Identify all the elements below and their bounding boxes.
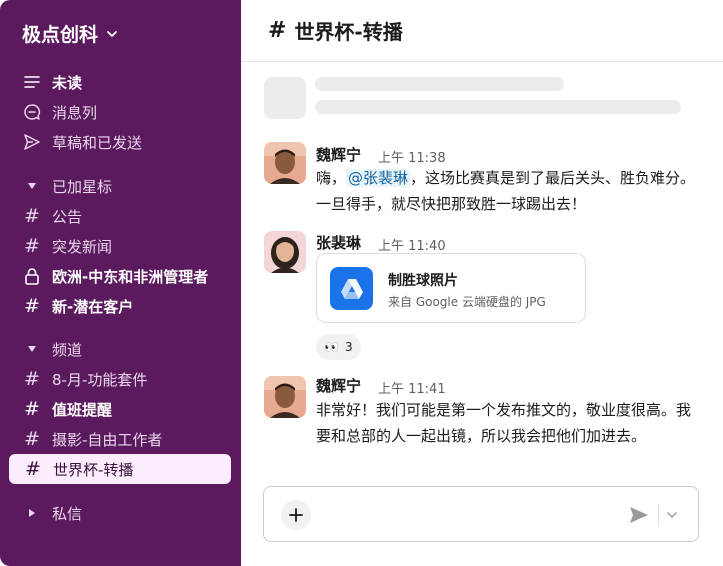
section-label: 频道 (52, 340, 83, 359)
sidebar-item-drafts[interactable]: 草稿和已发送 (22, 130, 142, 154)
file-attachment[interactable]: 制胜球照片 来自 Google 云端硬盘的 JPG (316, 253, 586, 323)
attach-button[interactable] (281, 500, 311, 530)
sidebar-channel-oncall[interactable]: # 值班提醒 (22, 397, 112, 421)
sidebar-channel-august-features[interactable]: # 8-月-功能套件 (22, 367, 147, 391)
hash-icon: # (24, 398, 40, 420)
caret-down-icon (22, 182, 42, 190)
message-author[interactable]: 魏辉宁 (316, 375, 361, 396)
man-avatar-icon (264, 142, 306, 184)
hash-icon: # (24, 295, 40, 317)
workspace-switcher[interactable]: 极点创科 (22, 20, 118, 47)
section-label: 已加星标 (52, 177, 113, 196)
message-composer[interactable] (263, 486, 699, 542)
hash-icon: # (268, 18, 287, 43)
send-icon (22, 132, 42, 152)
sidebar-channel-new-leads[interactable]: # 新-潜在客户 (22, 294, 133, 318)
sidebar-item-label: 消息列 (52, 103, 98, 122)
unread-icon (22, 72, 42, 92)
sidebar-item-label: 突发新闻 (52, 237, 113, 256)
reaction-pill[interactable]: 👀 3 (316, 334, 361, 360)
avatar[interactable] (264, 376, 306, 418)
message-author[interactable]: 张裴琳 (316, 232, 361, 253)
sidebar-channel-worldcup-active[interactable]: # 世界杯-转播 (9, 454, 231, 484)
sidebar-item-label: 摄影-自由工作者 (52, 430, 163, 449)
sidebar-channel-breaking-news[interactable]: # 突发新闻 (22, 234, 112, 258)
message-timestamp[interactable]: 上午 11:41 (378, 378, 446, 397)
hash-icon: # (24, 205, 40, 227)
threads-icon (22, 102, 42, 122)
woman-avatar-icon (264, 231, 306, 273)
sidebar-channel-emea-managers[interactable]: 欧洲-中东和非洲管理者 (22, 264, 208, 288)
sidebar-item-label: 世界杯-转播 (53, 460, 134, 479)
sidebar-item-unread[interactable]: 未读 (22, 70, 82, 94)
sidebar-item-label: 草稿和已发送 (52, 133, 143, 152)
eyes-emoji-icon: 👀 (324, 340, 340, 354)
sidebar-item-label: 值班提醒 (52, 400, 113, 419)
section-channels[interactable]: 频道 (22, 337, 82, 361)
send-options-button[interactable] (664, 507, 680, 523)
hash-icon: # (25, 458, 41, 480)
sidebar-item-label: 新-潜在客户 (52, 297, 134, 316)
section-starred[interactable]: 已加星标 (22, 174, 112, 198)
caret-down-icon (22, 345, 42, 353)
section-direct-messages[interactable]: 私信 (22, 501, 82, 525)
message-text-part: 嗨， (316, 169, 347, 187)
send-button[interactable] (627, 503, 651, 527)
chevron-down-icon (667, 512, 677, 519)
workspace-name: 极点创科 (22, 24, 99, 46)
sidebar-item-label: 欧洲-中东和非洲管理者 (52, 267, 209, 286)
user-mention[interactable]: @张裴琳 (346, 169, 411, 187)
channel-title[interactable]: 世界杯-转播 (294, 16, 402, 45)
avatar[interactable] (264, 142, 306, 184)
sidebar: 极点创科 未读 消息列 草稿和已发送 已加星标 # 公告 # 突发新闻 欧洲-中… (0, 0, 241, 566)
section-label: 私信 (52, 504, 83, 523)
send-icon (630, 507, 648, 523)
message-author[interactable]: 魏辉宁 (316, 144, 361, 165)
plus-icon (289, 508, 303, 522)
channel-header: # 世界杯-转播 (241, 0, 723, 62)
google-drive-icon (330, 267, 373, 310)
composer-divider (658, 504, 659, 526)
lock-icon (22, 266, 42, 286)
loading-line-placeholder (315, 100, 681, 114)
sidebar-channel-photo-freelancers[interactable]: # 摄影-自由工作者 (22, 427, 162, 451)
message-text: 非常好！我们可能是第一个发布推文的，敬业度很高。我要和总部的人一起出镜，所以我会… (316, 401, 692, 445)
sidebar-channel-announcements[interactable]: # 公告 (22, 204, 82, 228)
sidebar-item-label: 未读 (52, 73, 83, 92)
man-avatar-icon (264, 376, 306, 418)
loading-avatar-placeholder (264, 77, 306, 119)
chevron-down-icon (107, 30, 117, 37)
file-source: 来自 Google 云端硬盘的 JPG (388, 295, 546, 309)
message-timestamp[interactable]: 上午 11:38 (378, 147, 446, 166)
message-timestamp[interactable]: 上午 11:40 (378, 235, 446, 254)
sidebar-item-label: 8-月-功能套件 (52, 370, 148, 389)
hash-icon: # (24, 428, 40, 450)
avatar[interactable] (264, 231, 306, 273)
file-name: 制胜球照片 (388, 273, 458, 289)
hash-icon: # (24, 235, 40, 257)
message-text: 嗨， @张裴琳 ，这场比赛真是到了最后关头、胜负难分。一旦得手，就尽快把那致胜一球踢… (316, 165, 702, 217)
sidebar-item-threads[interactable]: 消息列 (22, 100, 97, 124)
sidebar-item-label: 公告 (52, 207, 83, 226)
caret-right-icon (22, 508, 42, 518)
loading-line-placeholder (315, 77, 564, 91)
reaction-count: 3 (344, 340, 353, 354)
hash-icon: # (24, 368, 40, 390)
